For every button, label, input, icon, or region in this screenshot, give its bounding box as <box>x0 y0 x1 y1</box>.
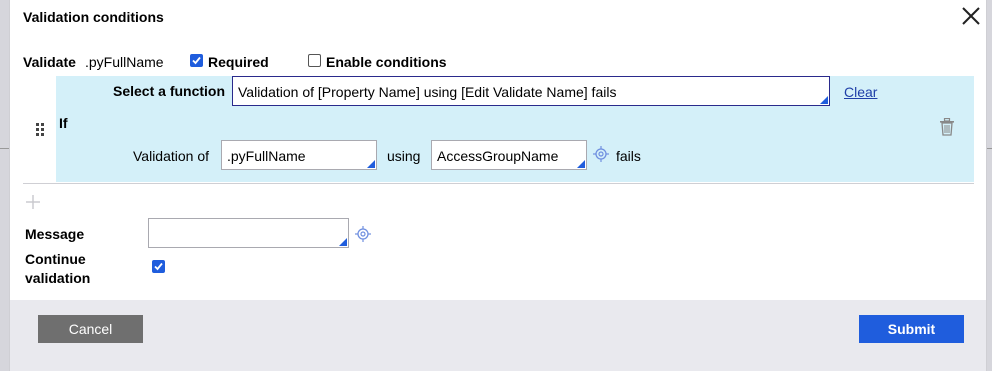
validate-label: Validate <box>23 54 76 70</box>
enable-conditions-checkbox[interactable] <box>308 54 321 67</box>
drag-handle-icon[interactable] <box>34 122 46 136</box>
close-icon[interactable] <box>959 4 983 28</box>
backdrop-left <box>0 0 9 371</box>
clear-link[interactable]: Clear <box>844 84 877 100</box>
message-field[interactable] <box>148 218 349 248</box>
message-label: Message <box>25 226 85 242</box>
submit-button[interactable]: Submit <box>859 315 964 343</box>
validation-conditions-dialog: Validation conditions Validate .pyFullNa… <box>9 0 987 371</box>
required-label: Required <box>208 54 269 70</box>
trash-icon[interactable] <box>939 117 955 136</box>
continue-validation-checkbox[interactable] <box>152 260 165 273</box>
edit-validate-field[interactable]: AccessGroupName <box>431 140 587 170</box>
select-function-label: Select a function <box>113 83 226 99</box>
backdrop-rule <box>987 148 992 149</box>
backdrop-right <box>987 0 992 371</box>
plus-icon[interactable] <box>25 194 41 210</box>
fails-label: fails <box>616 148 641 164</box>
required-checkbox[interactable] <box>190 54 203 67</box>
validation-of-label: Validation of <box>133 148 210 164</box>
panel-divider <box>23 183 974 184</box>
dialog-title: Validation conditions <box>23 9 164 25</box>
target-icon[interactable] <box>593 146 609 162</box>
using-label: using <box>387 148 421 164</box>
dialog-footer <box>10 300 986 371</box>
validate-property: .pyFullName <box>85 54 164 70</box>
enable-conditions-label: Enable conditions <box>326 54 447 70</box>
target-icon[interactable] <box>355 226 371 242</box>
property-field[interactable]: .pyFullName <box>221 140 377 170</box>
function-select[interactable]: Validation of [Property Name] using [Edi… <box>232 76 830 106</box>
if-label: If <box>59 115 68 131</box>
continue-validation-label-line2: validation <box>25 270 91 286</box>
backdrop-rule <box>0 148 9 149</box>
continue-validation-label-line1: Continue <box>25 251 86 267</box>
cancel-button[interactable]: Cancel <box>38 315 143 343</box>
